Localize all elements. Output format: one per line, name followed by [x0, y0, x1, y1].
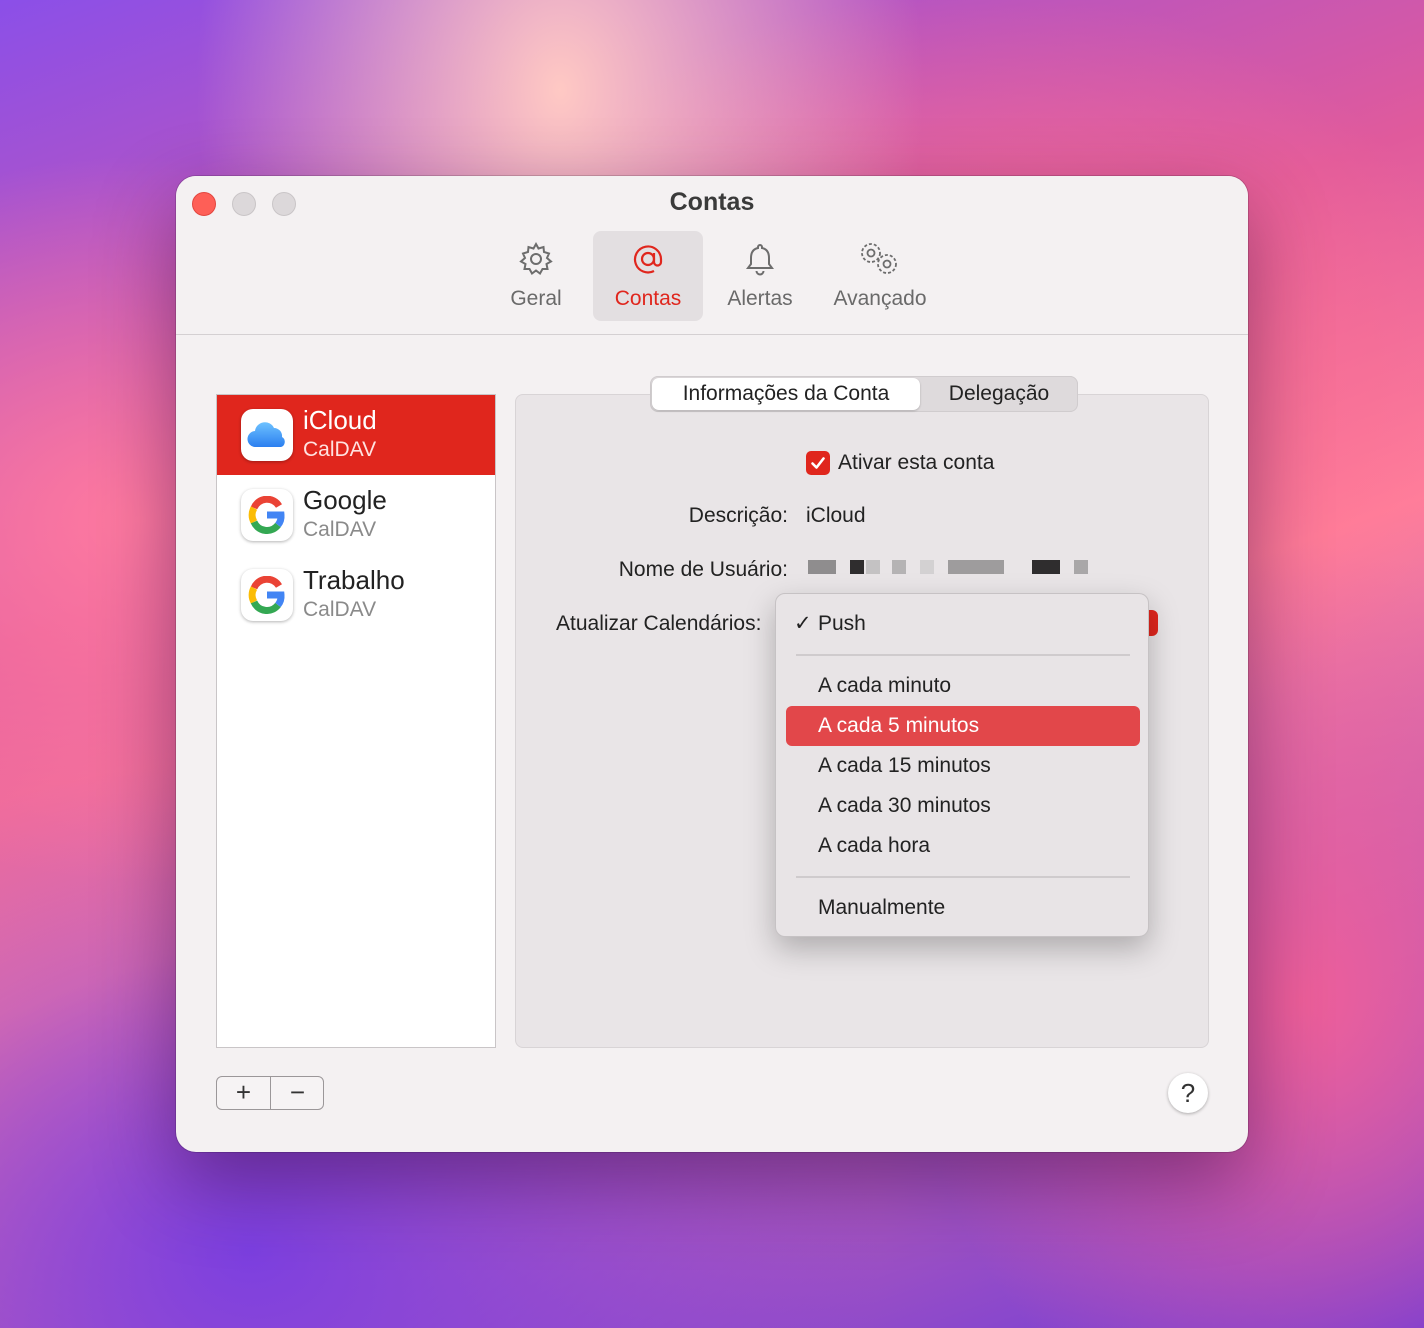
- description-value[interactable]: iCloud: [806, 504, 866, 528]
- tab-contas[interactable]: Contas: [593, 231, 703, 321]
- account-type: CalDAV: [303, 598, 377, 621]
- menu-item-label: Manualmente: [818, 896, 946, 919]
- detail-tabs: Informações da Conta Delegação: [650, 376, 1078, 412]
- window-title: Contas: [669, 188, 755, 216]
- title-bar: Contas Geral Contas Alertas Avançado: [176, 176, 1248, 335]
- account-type: CalDAV: [303, 518, 377, 541]
- gears-icon: [822, 241, 938, 277]
- enable-account-label: Ativar esta conta: [838, 451, 995, 474]
- menu-item-push[interactable]: ✓ Push: [786, 604, 1140, 644]
- tab-alertas[interactable]: Alertas: [712, 231, 808, 321]
- preferences-toolbar: Geral Contas Alertas Avançado: [176, 231, 1248, 321]
- tab-alertas-label: Alertas: [727, 287, 793, 310]
- menu-item-label: A cada 30 minutos: [818, 794, 991, 817]
- google-icon: [241, 569, 293, 621]
- checkmark-icon: ✓: [794, 612, 812, 635]
- gear-icon: [488, 241, 584, 277]
- checkmark-icon: [811, 457, 825, 469]
- tab-account-info[interactable]: Informações da Conta: [652, 378, 920, 410]
- account-type: CalDAV: [303, 438, 377, 461]
- refresh-interval-menu: ✓ Push A cada minuto A cada 5 minutos A …: [775, 593, 1149, 937]
- account-item-trabalho[interactable]: Trabalho CalDAV: [217, 555, 495, 635]
- add-remove-control: + −: [216, 1076, 324, 1110]
- tab-contas-label: Contas: [614, 287, 682, 310]
- accounts-list[interactable]: iCloud CalDAV Google CalDAV Trabalho Cal…: [216, 394, 496, 1048]
- menu-separator: [796, 654, 1130, 656]
- icloud-icon: [241, 409, 293, 461]
- bell-icon: [712, 241, 808, 277]
- menu-item-label: A cada 15 minutos: [818, 754, 991, 777]
- menu-item-every-5-minutes[interactable]: A cada 5 minutos: [786, 706, 1140, 746]
- username-label: Nome de Usuário:: [618, 558, 788, 581]
- tab-avancado[interactable]: Avançado: [822, 231, 938, 321]
- tab-delegation[interactable]: Delegação: [922, 378, 1076, 410]
- enable-account-checkbox[interactable]: [806, 451, 830, 475]
- menu-item-label: A cada minuto: [818, 674, 952, 697]
- tab-geral[interactable]: Geral: [488, 231, 584, 321]
- remove-account-button[interactable]: −: [271, 1077, 324, 1109]
- tab-avancado-label: Avançado: [833, 287, 927, 310]
- account-name: Google: [303, 485, 387, 515]
- tab-geral-label: Geral: [510, 287, 562, 310]
- account-name: iCloud: [303, 405, 377, 435]
- menu-item-every-hour[interactable]: A cada hora: [786, 826, 1140, 866]
- description-label: Descrição:: [688, 504, 788, 527]
- menu-item-label: A cada hora: [818, 834, 931, 857]
- accounts-window: Contas Geral Contas Alertas Avançado iCl…: [176, 176, 1248, 1152]
- account-item-google[interactable]: Google CalDAV: [217, 475, 495, 555]
- menu-item-label: A cada 5 minutos: [818, 714, 980, 737]
- account-item-icloud[interactable]: iCloud CalDAV: [217, 395, 495, 475]
- google-icon: [241, 489, 293, 541]
- menu-item-manually[interactable]: Manualmente: [786, 888, 1140, 928]
- menu-item-every-15-minutes[interactable]: A cada 15 minutos: [786, 746, 1140, 786]
- add-account-button[interactable]: +: [217, 1077, 270, 1109]
- menu-item-label: Push: [818, 612, 866, 635]
- account-name: Trabalho: [303, 565, 405, 595]
- refresh-calendars-label: Atualizar Calendários:: [556, 612, 762, 635]
- menu-separator: [796, 876, 1130, 878]
- help-button[interactable]: ?: [1168, 1073, 1208, 1113]
- menu-item-every-30-minutes[interactable]: A cada 30 minutos: [786, 786, 1140, 826]
- menu-item-every-minute[interactable]: A cada minuto: [786, 666, 1140, 706]
- at-sign-icon: [593, 241, 703, 277]
